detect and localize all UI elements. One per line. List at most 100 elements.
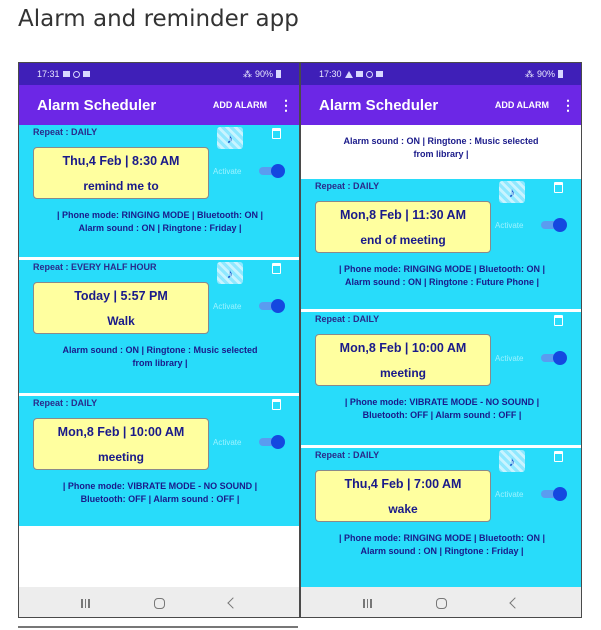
alarm-time-box[interactable]: Mon,8 Feb | 10:00 AM meeting [33, 418, 209, 470]
overflow-menu-icon[interactable]: ⋮ [279, 97, 293, 114]
alarm-time: Mon,8 Feb | 11:30 AM [340, 208, 466, 222]
details-line: from library | [413, 149, 469, 159]
notification-icon [62, 71, 70, 77]
details-line: Alarm sound : ON | Ringtone : Music sele… [62, 345, 258, 355]
home-icon[interactable] [435, 597, 447, 609]
details-line: | Phone mode: RINGING MODE | Bluetooth: … [338, 264, 546, 274]
activate-toggle[interactable] [541, 351, 567, 365]
alarm-time-box[interactable]: Mon,8 Feb | 10:00 AM meeting [315, 334, 491, 386]
trash-icon[interactable] [554, 451, 563, 462]
alarm-time: Thu,4 Feb | 7:00 AM [344, 477, 462, 491]
circle-icon [365, 70, 373, 78]
alarm-card: Repeat : DAILY Mon,8 Feb | 10:00 AM meet… [301, 312, 581, 445]
activate-label: Activate [213, 167, 242, 176]
trash-icon[interactable] [272, 399, 281, 410]
battery-level: 90% [254, 69, 273, 79]
repeat-label: Repeat : DAILY [315, 314, 380, 324]
alarm-card: Repeat : DAILY ♪ Thu,4 Feb | 7:00 AM wak… [301, 448, 581, 587]
trash-icon[interactable] [272, 263, 281, 274]
app-title: Alarm Scheduler [319, 96, 439, 114]
details-line: Alarm sound : ON | Ringtone : Music sele… [343, 136, 539, 146]
music-note-icon[interactable]: ♪ [217, 262, 243, 284]
alarm-label: wake [388, 502, 418, 516]
activate-toggle[interactable] [541, 218, 567, 232]
signal-icon: ⁂ [242, 68, 252, 79]
alarm-label: meeting [379, 366, 426, 380]
repeat-label: Repeat : DAILY [33, 398, 98, 408]
app-bar: Alarm Scheduler ADD ALARM ⋮ [301, 85, 581, 125]
home-icon[interactable] [153, 597, 165, 609]
signal-icon: ⁂ [524, 68, 534, 79]
details-line: Bluetooth: OFF | Alarm sound : OFF | [362, 410, 522, 420]
activate-toggle[interactable] [259, 435, 285, 449]
repeat-label: Repeat : DAILY [315, 450, 380, 460]
recent-apps-icon[interactable] [363, 598, 372, 608]
alarm-details: | Phone mode: RINGING MODE | Bluetooth: … [29, 209, 291, 235]
alarm-label: Walk [107, 314, 135, 328]
activate-label: Activate [213, 438, 242, 447]
activate-label: Activate [495, 354, 524, 363]
alarm-time: Mon,8 Feb | 10:00 AM [57, 425, 185, 439]
details-line: Alarm sound : ON | Ringtone : Future Pho… [344, 277, 540, 287]
activate-toggle[interactable] [259, 164, 285, 178]
message-icon [82, 71, 90, 77]
alarm-time: Mon,8 Feb | 10:00 AM [339, 341, 467, 355]
details-line: | Phone mode: VIBRATE MODE - NO SOUND | [344, 397, 540, 407]
details-line: | Phone mode: VIBRATE MODE - NO SOUND | [62, 481, 258, 491]
alarm-details: | Phone mode: VIBRATE MODE - NO SOUND | … [29, 480, 291, 506]
details-line: | Phone mode: RINGING MODE | Bluetooth: … [338, 533, 546, 543]
page-heading: Alarm and reminder app [18, 6, 299, 32]
trash-icon[interactable] [554, 182, 563, 193]
alarm-time-box[interactable]: Mon,8 Feb | 11:30 AM end of meeting [315, 201, 491, 253]
notification-icon [355, 71, 363, 77]
alarm-time: Today | 5:57 PM [74, 289, 168, 303]
activate-toggle[interactable] [259, 299, 285, 313]
status-bar: 17:30 ⁂ 90% [301, 63, 581, 85]
details-line: Alarm sound : ON | Ringtone : Friday | [360, 546, 524, 556]
details-line: Alarm sound : ON | Ringtone : Friday | [78, 223, 242, 233]
alarm-details: Alarm sound : ON | Ringtone : Music sele… [29, 344, 291, 370]
details-line: from library | [132, 358, 188, 368]
alarm-time-box[interactable]: Thu,4 Feb | 7:00 AM wake [315, 470, 491, 522]
trash-icon[interactable] [554, 315, 563, 326]
activate-label: Activate [213, 302, 242, 311]
message-icon [375, 71, 383, 77]
activate-toggle[interactable] [541, 487, 567, 501]
circle-icon [72, 70, 80, 78]
battery-level: 90% [536, 69, 555, 79]
system-nav-bar [301, 587, 581, 617]
recent-apps-icon[interactable] [81, 598, 90, 608]
battery-icon [558, 70, 563, 78]
repeat-label: Repeat : DAILY [315, 181, 380, 191]
alarm-label: remind me to [83, 179, 159, 193]
music-note-icon[interactable]: ♪ [499, 181, 525, 203]
back-icon[interactable] [509, 597, 521, 609]
trash-icon[interactable] [272, 128, 281, 139]
status-time: 17:31 [37, 69, 60, 79]
alarm-time: Thu,4 Feb | 8:30 AM [62, 154, 180, 168]
alarm-list: Alarm sound : ON | Ringtone : Music sele… [301, 125, 581, 587]
status-time: 17:30 [319, 69, 342, 79]
back-icon[interactable] [227, 597, 239, 609]
repeat-label: Repeat : EVERY HALF HOUR [33, 262, 157, 272]
alarm-time-box[interactable]: Today | 5:57 PM Walk [33, 282, 209, 334]
overflow-menu-icon[interactable]: ⋮ [561, 97, 575, 114]
music-note-icon[interactable]: ♪ [499, 450, 525, 472]
alert-icon [344, 70, 353, 78]
alarm-details: | Phone mode: RINGING MODE | Bluetooth: … [311, 532, 573, 558]
alarm-list: Repeat : DAILY ♪ Thu,4 Feb | 8:30 AM rem… [19, 125, 299, 587]
alarm-card: Repeat : DAILY ♪ Thu,4 Feb | 8:30 AM rem… [19, 125, 299, 257]
music-note-icon[interactable]: ♪ [217, 127, 243, 149]
alarm-details: Alarm sound : ON | Ringtone : Music sele… [301, 125, 581, 179]
alarm-time-box[interactable]: Thu,4 Feb | 8:30 AM remind me to [33, 147, 209, 199]
add-alarm-button[interactable]: ADD ALARM [213, 100, 267, 110]
alarm-card: Repeat : EVERY HALF HOUR ♪ Today | 5:57 … [19, 260, 299, 393]
status-bar: 17:31 ⁂ 90% [19, 63, 299, 85]
battery-icon [276, 70, 281, 78]
alarm-label: end of meeting [360, 233, 446, 247]
app-title: Alarm Scheduler [37, 96, 157, 114]
activate-label: Activate [495, 490, 524, 499]
phone-screenshot-right: 17:30 ⁂ 90% Alarm Scheduler ADD ALARM ⋮ … [300, 62, 582, 618]
add-alarm-button[interactable]: ADD ALARM [495, 100, 549, 110]
alarm-card: Repeat : DAILY Mon,8 Feb | 10:00 AM meet… [19, 396, 299, 526]
